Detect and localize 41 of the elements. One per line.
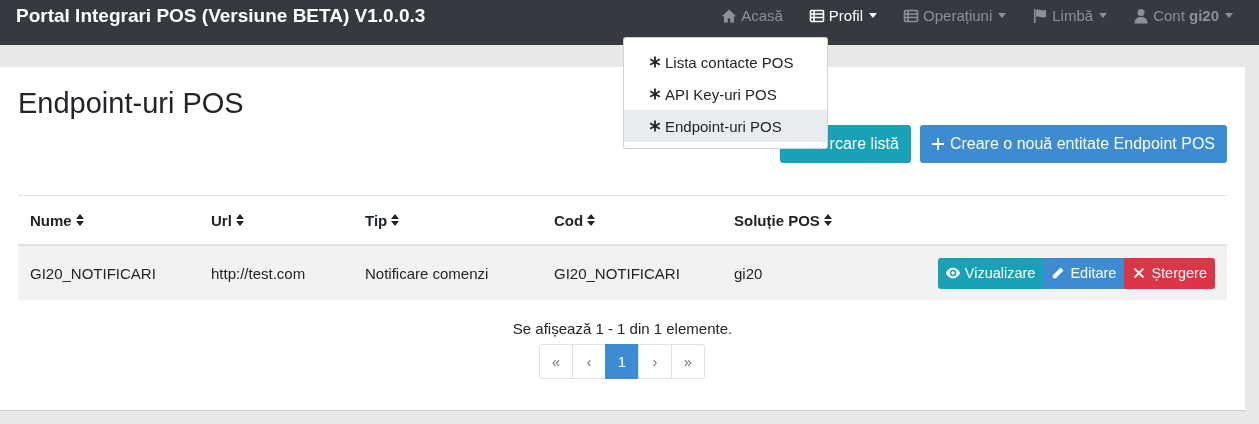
- table-cell: GI20_NOTIFICARI: [542, 245, 722, 300]
- page-link[interactable]: ›: [638, 344, 672, 379]
- delete-button[interactable]: Ștergere: [1124, 257, 1215, 289]
- nav-item[interactable]: Acasă: [711, 7, 793, 24]
- list-icon: [903, 7, 920, 24]
- brand-title: Portal Integrari POS (Versiune BETA) V1.0.0.3: [16, 4, 426, 27]
- close-icon: [1132, 267, 1147, 279]
- edit-button[interactable]: Editare: [1043, 257, 1125, 289]
- home-icon: [721, 7, 738, 24]
- table-cell: GI20_NOTIFICARI: [18, 245, 199, 300]
- menu-item[interactable]: Endpoint-uri POS: [624, 110, 827, 142]
- asterisk-icon: [649, 88, 661, 100]
- page-link[interactable]: 1: [605, 344, 639, 379]
- sort-icon: [75, 213, 84, 226]
- nav-item[interactable]: Limbă: [1022, 7, 1118, 24]
- pencil-icon: [1051, 267, 1066, 279]
- table-cell: http://test.com: [199, 245, 353, 300]
- nav-item[interactable]: Profil: [798, 7, 888, 24]
- sort-icon: [587, 213, 596, 226]
- nav-item[interactable]: Cont gi20: [1123, 7, 1243, 24]
- page-title: Endpoint-uri POS: [18, 87, 244, 121]
- asterisk-icon: [649, 56, 661, 68]
- nav-item[interactable]: Operațiuni: [893, 7, 1017, 24]
- asterisk-icon: [649, 120, 661, 132]
- results-summary: Se afișează 1 - 1 din 1 elemente.: [511, 320, 734, 337]
- page-link[interactable]: »: [671, 344, 705, 379]
- plus-icon: [931, 138, 944, 150]
- list-icon: [808, 7, 825, 24]
- menu-item[interactable]: API Key-uri POS: [624, 78, 827, 110]
- sort-icon: [824, 213, 832, 226]
- page-link[interactable]: «: [539, 344, 573, 379]
- user-icon: [1133, 7, 1150, 24]
- view-button[interactable]: Vizualizare: [937, 257, 1044, 289]
- sort-icon: [391, 213, 400, 226]
- menu-item[interactable]: Lista contacte POS: [624, 46, 827, 78]
- eye-icon: [945, 267, 960, 279]
- flag-icon: [1032, 7, 1049, 24]
- sort-icon: [236, 213, 244, 226]
- table-cell: gi20: [722, 245, 868, 300]
- create-button[interactable]: Creare o nouă entitate Endpoint POS: [919, 125, 1227, 163]
- table-cell: Notificare comenzi: [353, 245, 542, 300]
